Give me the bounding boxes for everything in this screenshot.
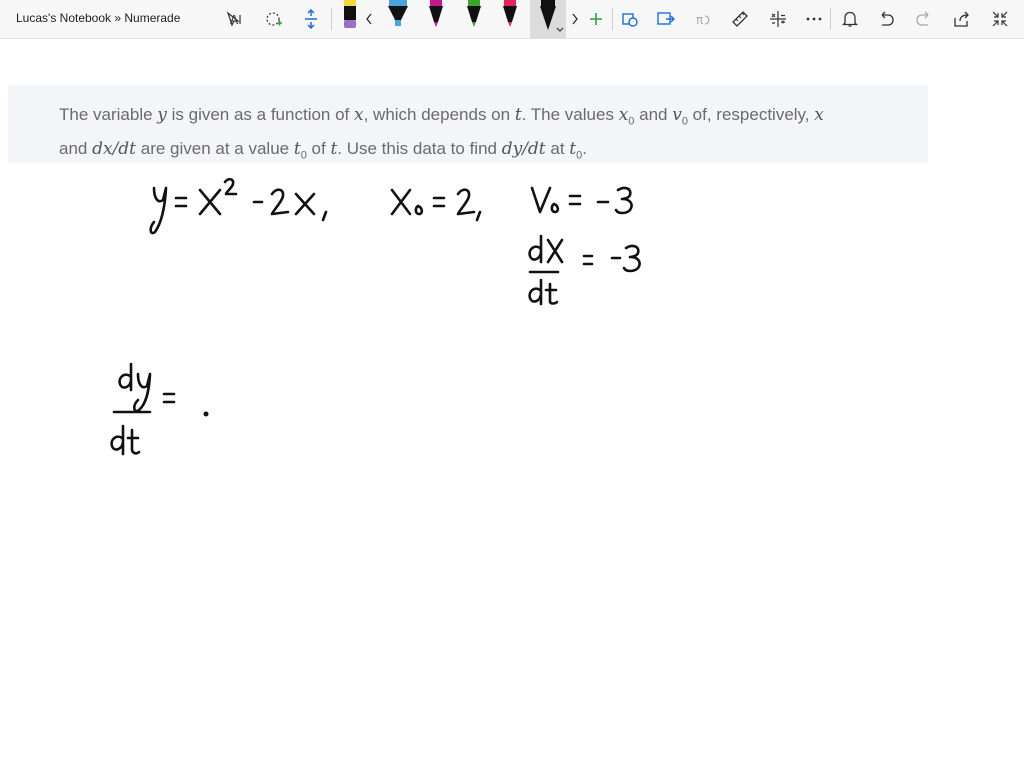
toolbar: Lucas's Notebook » Numerade AI π <box>0 0 1024 39</box>
undo-icon[interactable] <box>872 5 900 33</box>
ink-to-shape-icon[interactable] <box>616 5 644 33</box>
ink-to-math-icon[interactable]: π <box>690 5 718 33</box>
ink-dydt-expression <box>110 362 209 456</box>
svg-text:π: π <box>696 13 703 27</box>
add-pen-icon[interactable] <box>582 5 610 33</box>
ink-dxdt-value <box>528 234 641 306</box>
ink-x0-value <box>390 188 482 222</box>
pen-black-selected[interactable] <box>530 0 566 38</box>
redo-icon[interactable] <box>910 5 938 33</box>
ink-equation-y <box>149 177 328 235</box>
ruler-icon[interactable] <box>726 5 754 33</box>
collapse-icon[interactable] <box>986 5 1014 33</box>
share-icon[interactable] <box>948 5 976 33</box>
scroll-left-icon[interactable] <box>360 5 378 33</box>
lasso-text-icon[interactable]: AI <box>222 5 250 33</box>
ink-v0-value <box>530 186 633 215</box>
handwritten-ink-canvas[interactable] <box>0 38 1024 768</box>
pen-red[interactable] <box>492 0 528 38</box>
add-space-icon[interactable] <box>297 5 325 33</box>
bell-icon[interactable] <box>836 5 864 33</box>
pen-green[interactable] <box>456 0 492 38</box>
math-icon[interactable] <box>764 5 792 33</box>
lasso-select-icon[interactable] <box>260 5 288 33</box>
app-title: Lucas's Notebook » Numerade <box>16 11 181 25</box>
pen-blue-highlighter[interactable] <box>380 0 416 38</box>
pen-magenta[interactable] <box>418 0 454 38</box>
more-icon[interactable] <box>800 5 828 33</box>
ink-to-text-icon[interactable] <box>652 5 680 33</box>
